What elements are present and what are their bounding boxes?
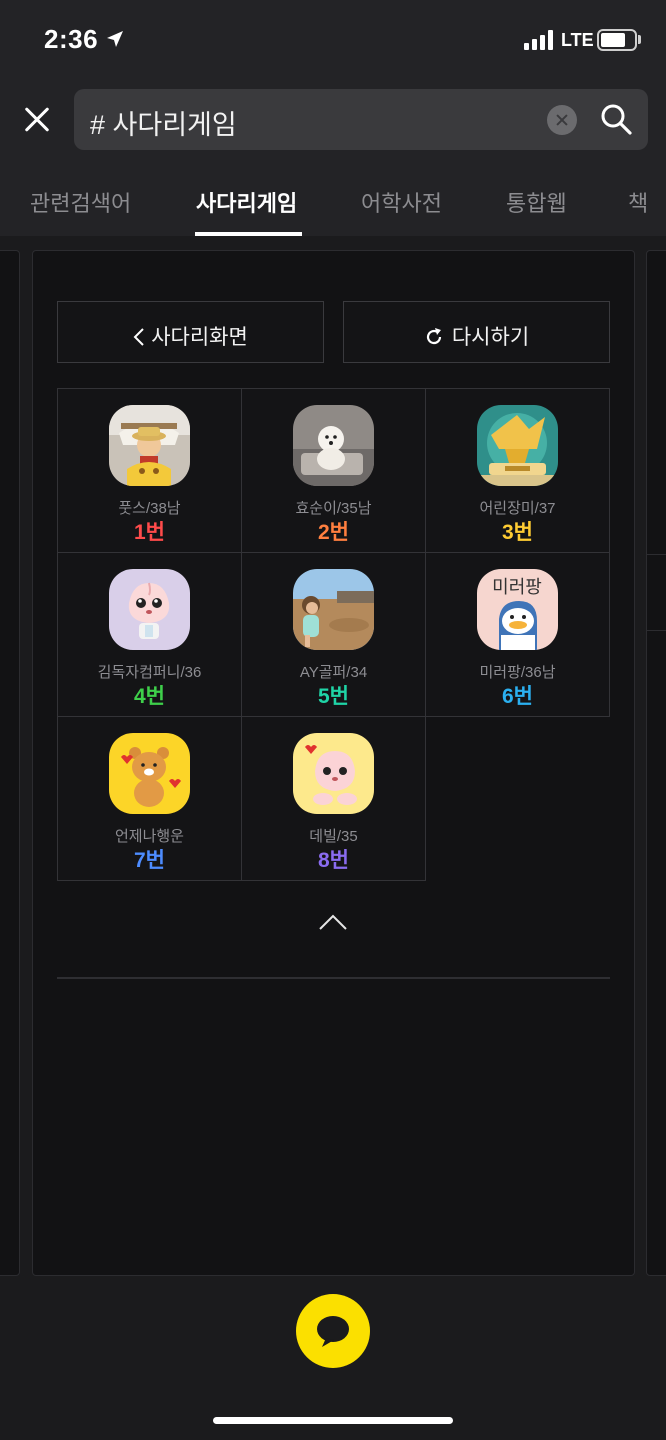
screen: 2:36 LTE # 사다리게임 관련검색어 사다리게임 어학사전 통합웹 책 … bbox=[0, 0, 666, 1440]
participant-name: 김독자컴퍼니/36 bbox=[97, 664, 202, 681]
back-button-label: 사다리화면 bbox=[151, 326, 248, 349]
bottom-bar bbox=[0, 1284, 666, 1440]
svg-text:미러팡: 미러팡 bbox=[492, 577, 542, 598]
one-piece-figure-photo bbox=[109, 405, 190, 486]
child-outdoor-photo bbox=[293, 569, 374, 650]
retry-button-label: 다시하기 bbox=[451, 326, 530, 349]
battery-icon bbox=[597, 29, 637, 51]
close-button[interactable] bbox=[18, 101, 56, 139]
avatar bbox=[477, 405, 558, 486]
network-label: LTE bbox=[561, 30, 594, 50]
participant-cell[interactable]: 데빌/35 8번 bbox=[241, 716, 426, 881]
white-dog-photo bbox=[293, 405, 374, 486]
location-arrow-icon bbox=[107, 31, 123, 47]
avatar bbox=[109, 733, 190, 814]
participant-name: 언제나행운 bbox=[114, 828, 184, 845]
ladder-result-card: 사다리화면 다시하기 풋스/38남 1번 효순이/35남 2번 어린장미/37 … bbox=[32, 250, 635, 1276]
status-time: 2:36 bbox=[44, 24, 99, 54]
participant-number: 2번 bbox=[318, 521, 349, 544]
back-to-ladder-button[interactable]: 사다리화면 bbox=[57, 301, 324, 363]
participant-name: 데빌/35 bbox=[309, 828, 358, 845]
tab-books[interactable]: 책 bbox=[628, 186, 648, 218]
divider bbox=[57, 977, 610, 979]
participant-name: AY골퍼/34 bbox=[299, 664, 368, 681]
participant-cell[interactable]: 언제나행운 7번 bbox=[57, 716, 242, 881]
golden-trophy-photo bbox=[477, 405, 558, 486]
participant-name: 효순이/35남 bbox=[295, 500, 372, 517]
next-card[interactable] bbox=[646, 250, 666, 1276]
speech-bubble-icon bbox=[317, 1316, 349, 1347]
avatar bbox=[293, 733, 374, 814]
participant-name: 미러팡/36남 bbox=[479, 664, 556, 681]
duck-character: 미러팡 bbox=[477, 569, 558, 650]
participant-number: 3번 bbox=[502, 521, 533, 544]
participant-grid: 풋스/38남 1번 효순이/35남 2번 어린장미/37 3번 김독자컴퍼니/3… bbox=[57, 388, 610, 881]
avatar bbox=[293, 569, 374, 650]
search-icon[interactable] bbox=[599, 102, 633, 136]
tab-dictionary[interactable]: 어학사전 bbox=[361, 186, 442, 218]
avatar bbox=[293, 405, 374, 486]
ryan-character bbox=[109, 733, 190, 814]
participant-number: 7번 bbox=[134, 849, 165, 872]
participant-number: 5번 bbox=[318, 685, 349, 708]
tab-related-search[interactable]: 관련검색어 bbox=[30, 186, 131, 218]
avatar bbox=[109, 569, 190, 650]
participant-cell[interactable]: 미러팡 미러팡/36남 6번 bbox=[425, 552, 610, 717]
content-area: 사다리화면 다시하기 풋스/38남 1번 효순이/35남 2번 어린장미/37 … bbox=[0, 236, 666, 1284]
participant-number: 1번 bbox=[134, 521, 165, 544]
participant-cell[interactable]: AY골퍼/34 5번 bbox=[241, 552, 426, 717]
status-bar: 2:36 LTE bbox=[0, 0, 666, 80]
participant-name: 어린장미/37 bbox=[479, 500, 556, 517]
avatar: 미러팡 bbox=[477, 569, 558, 650]
apeach-character bbox=[109, 569, 190, 650]
participant-cell[interactable]: 김독자컴퍼니/36 4번 bbox=[57, 552, 242, 717]
tab-web[interactable]: 통합웹 bbox=[506, 186, 567, 218]
tab-ladder-game[interactable]: 사다리게임 bbox=[196, 186, 297, 218]
chevron-left-icon bbox=[133, 328, 144, 346]
refresh-icon bbox=[426, 328, 441, 345]
retry-button[interactable]: 다시하기 bbox=[343, 301, 610, 363]
apeach-heart-character bbox=[293, 733, 374, 814]
search-input[interactable]: # 사다리게임 bbox=[74, 89, 648, 150]
participant-cell[interactable]: 풋스/38남 1번 bbox=[57, 388, 242, 553]
participant-cell[interactable]: 효순이/35남 2번 bbox=[241, 388, 426, 553]
signal-icon bbox=[524, 30, 554, 50]
participant-number: 8번 bbox=[318, 849, 349, 872]
home-indicator bbox=[213, 1417, 453, 1424]
participant-number: 4번 bbox=[134, 685, 165, 708]
previous-card[interactable] bbox=[0, 250, 20, 1276]
avatar bbox=[109, 405, 190, 486]
chat-button[interactable] bbox=[296, 1294, 370, 1368]
search-query: # 사다리게임 bbox=[90, 110, 237, 140]
participant-name: 풋스/38남 bbox=[118, 500, 181, 517]
tab-bar: 관련검색어 사다리게임 어학사전 통합웹 책 bbox=[0, 172, 666, 236]
participant-number: 6번 bbox=[502, 685, 533, 708]
clear-search-icon[interactable] bbox=[547, 105, 577, 135]
header: # 사다리게임 관련검색어 사다리게임 어학사전 통합웹 책 bbox=[0, 80, 666, 236]
chevron-up-icon[interactable] bbox=[318, 911, 348, 933]
participant-cell[interactable]: 어린장미/37 3번 bbox=[425, 388, 610, 553]
